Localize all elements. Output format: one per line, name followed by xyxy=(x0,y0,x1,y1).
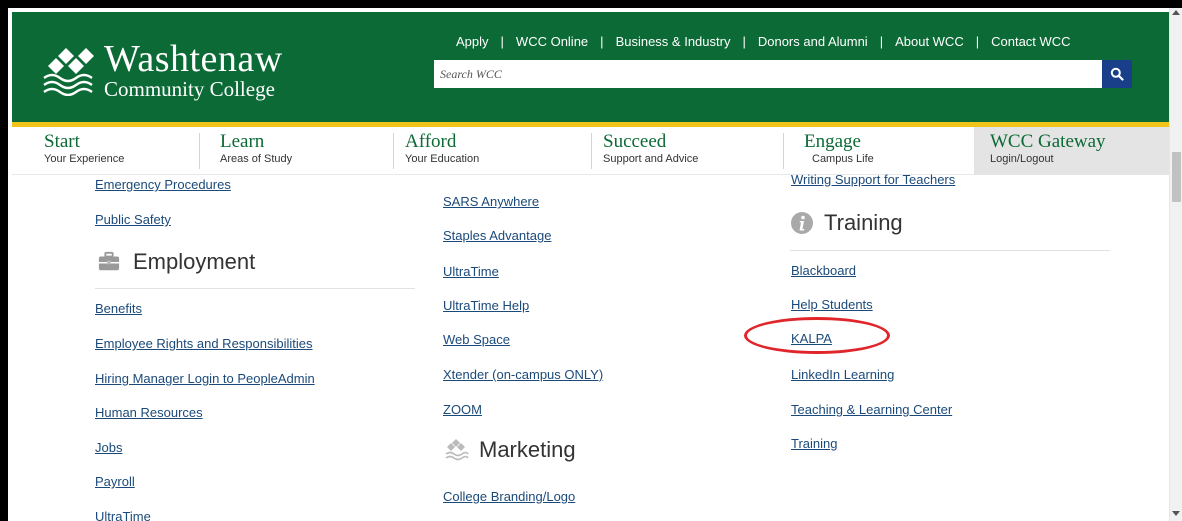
link-public-safety[interactable]: Public Safety xyxy=(95,212,171,227)
briefcase-icon xyxy=(98,251,120,271)
section-title: Marketing xyxy=(479,437,576,462)
nav-subtitle: Your Education xyxy=(405,152,480,165)
info-icon xyxy=(791,212,813,234)
college-subname: Community College xyxy=(104,77,275,101)
nav-title: WCC Gateway xyxy=(990,131,1106,152)
search-button[interactable] xyxy=(1102,60,1132,88)
link-sars-anywhere[interactable]: SARS Anywhere xyxy=(443,194,539,209)
nav-engage[interactable]: Engage Campus Life xyxy=(784,127,974,175)
search-icon xyxy=(1110,67,1124,81)
section-divider xyxy=(95,288,415,289)
college-name: Washtenaw xyxy=(104,38,283,80)
link-ultratime[interactable]: UltraTime xyxy=(443,264,499,279)
nav-start[interactable]: Start Your Experience xyxy=(12,127,199,175)
search-bar xyxy=(434,60,1132,88)
section-heading-employment: Employment xyxy=(95,249,255,275)
college-logo[interactable]: Washtenaw Community College xyxy=(42,40,283,100)
nav-subtitle: Areas of Study xyxy=(220,152,293,165)
util-link-business-industry[interactable]: Business & Industry xyxy=(616,34,731,49)
link-human-resources[interactable]: Human Resources xyxy=(95,405,203,420)
nav-learn[interactable]: Learn Areas of Study xyxy=(200,127,393,175)
link-writing-support-teachers[interactable]: Writing Support for Teachers xyxy=(791,172,955,187)
vertical-scrollbar[interactable] xyxy=(1169,8,1182,521)
link-jobs[interactable]: Jobs xyxy=(95,440,122,455)
nav-title: Learn xyxy=(220,131,265,152)
link-college-branding[interactable]: College Branding/Logo xyxy=(443,489,575,504)
link-linkedin-learning[interactable]: LinkedIn Learning xyxy=(791,367,894,382)
link-payroll[interactable]: Payroll xyxy=(95,474,135,489)
main-nav: Start Your Experience Learn Areas of Stu… xyxy=(12,127,1169,175)
site-header: Washtenaw Community College Apply | WCC … xyxy=(12,12,1169,122)
util-link-contact-wcc[interactable]: Contact WCC xyxy=(991,34,1070,49)
util-separator: | xyxy=(500,34,504,49)
nav-title: Afford xyxy=(405,131,457,152)
section-divider xyxy=(790,250,1110,251)
search-input[interactable] xyxy=(434,60,1102,88)
utility-nav: Apply | WCC Online | Business & Industry… xyxy=(456,34,1071,49)
nav-title: Start xyxy=(44,131,80,152)
util-separator: | xyxy=(742,34,746,49)
scrollbar-thumb[interactable] xyxy=(1172,152,1181,202)
link-ultratime-partial[interactable]: UltraTime xyxy=(95,509,151,521)
util-link-donors-alumni[interactable]: Donors and Alumni xyxy=(758,34,868,49)
link-emergency-procedures[interactable]: Emergency Procedures xyxy=(95,177,231,192)
wcc-logo-icon xyxy=(445,439,469,461)
section-heading-training: Training xyxy=(790,210,903,236)
link-teaching-learning-center[interactable]: Teaching & Learning Center xyxy=(791,402,952,417)
nav-wcc-gateway[interactable]: WCC Gateway Login/Logout xyxy=(974,127,1169,175)
util-link-wcc-online[interactable]: WCC Online xyxy=(516,34,588,49)
scroll-down-arrow-icon[interactable] xyxy=(1172,511,1180,516)
util-separator: | xyxy=(600,34,604,49)
link-employee-rights[interactable]: Employee Rights and Responsibilities xyxy=(95,336,313,351)
link-blackboard[interactable]: Blackboard xyxy=(791,263,856,278)
section-title: Employment xyxy=(133,249,256,274)
util-link-about-wcc[interactable]: About WCC xyxy=(895,34,964,49)
nav-title: Engage xyxy=(804,131,861,152)
nav-afford[interactable]: Afford Your Education xyxy=(394,127,591,175)
util-separator: | xyxy=(975,34,980,49)
nav-subtitle: Support and Advice xyxy=(603,152,699,165)
link-staples-advantage[interactable]: Staples Advantage xyxy=(443,228,551,243)
section-heading-marketing: Marketing xyxy=(445,437,576,463)
section-title: Training xyxy=(824,210,903,235)
nav-subtitle: Your Experience xyxy=(44,152,125,165)
util-separator: | xyxy=(879,34,884,49)
nav-subtitle: Login/Logout xyxy=(990,152,1054,165)
link-xtender[interactable]: Xtender (on-campus ONLY) xyxy=(443,367,603,382)
nav-subtitle: Campus Life xyxy=(812,152,874,165)
nav-succeed[interactable]: Succeed Support and Advice xyxy=(592,127,783,175)
link-training[interactable]: Training xyxy=(791,436,837,451)
browser-viewport: Washtenaw Community College Apply | WCC … xyxy=(8,8,1182,521)
nav-title: Succeed xyxy=(603,131,667,152)
wcc-logo-icon xyxy=(43,48,94,96)
annotation-circle xyxy=(744,317,890,354)
link-hiring-manager-login[interactable]: Hiring Manager Login to PeopleAdmin xyxy=(95,371,315,386)
link-benefits[interactable]: Benefits xyxy=(95,301,142,316)
link-web-space[interactable]: Web Space xyxy=(443,332,510,347)
util-link-apply[interactable]: Apply xyxy=(456,34,489,49)
link-ultratime-help[interactable]: UltraTime Help xyxy=(443,298,529,313)
scroll-up-arrow-icon[interactable] xyxy=(1172,10,1180,15)
link-zoom[interactable]: ZOOM xyxy=(443,402,482,417)
link-help-students[interactable]: Help Students xyxy=(791,297,873,312)
